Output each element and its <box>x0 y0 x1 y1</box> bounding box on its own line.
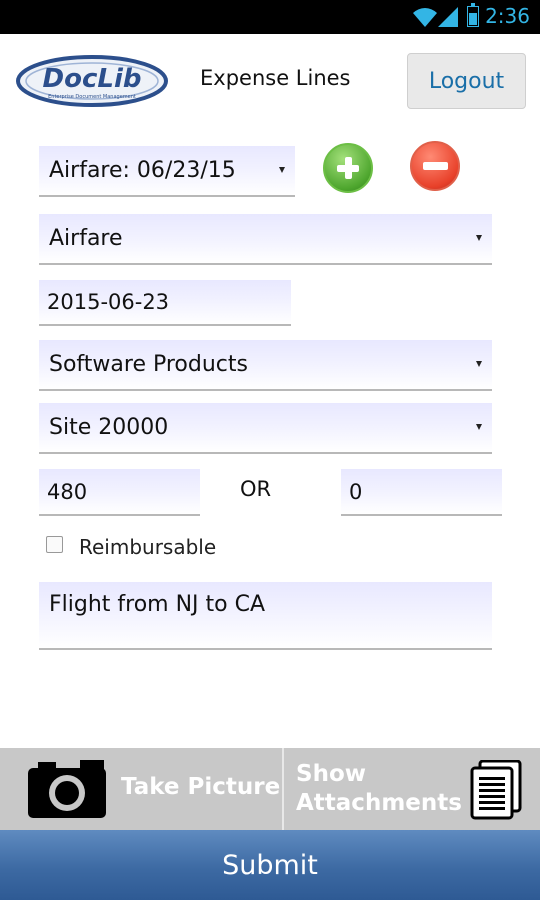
take-picture-label: Take Picture <box>121 774 281 800</box>
show-attachments-label: Show Attachments <box>296 760 462 818</box>
amount-input[interactable]: 480 <box>39 469 200 516</box>
doclib-logo: DocLib Enterprise Document Management <box>16 55 168 107</box>
logout-button[interactable]: Logout <box>407 53 526 109</box>
wifi-icon <box>413 8 437 27</box>
attachment-bar: Take Picture Show Attachments <box>0 748 540 830</box>
page-title: Expense Lines <box>200 66 351 90</box>
date-value: 2015-06-23 <box>47 290 170 314</box>
alt-amount-input[interactable]: 0 <box>341 469 502 516</box>
date-input[interactable]: 2015-06-23 <box>39 280 291 326</box>
expense-line-select[interactable]: Airfare: 06/23/15 <box>39 146 295 197</box>
or-label: OR <box>240 477 272 501</box>
dropdown-arrow-icon <box>279 166 285 173</box>
reimbursable-checkbox[interactable] <box>46 536 63 553</box>
site-select[interactable]: Site 20000 <box>39 403 492 454</box>
show-attachments-line1: Show <box>296 761 366 787</box>
battery-icon <box>467 3 479 27</box>
description-textarea[interactable]: Flight from NJ to CA <box>39 582 492 650</box>
dropdown-arrow-icon <box>476 360 482 367</box>
svg-text:DocLib: DocLib <box>43 64 142 94</box>
description-value: Flight from NJ to CA <box>49 592 266 617</box>
expense-line-select-value: Airfare: 06/23/15 <box>49 158 236 183</box>
take-picture-button[interactable]: Take Picture <box>0 748 282 830</box>
add-line-button[interactable] <box>323 143 373 193</box>
expense-type-select[interactable]: Airfare <box>39 214 492 265</box>
dropdown-arrow-icon <box>476 423 482 430</box>
show-attachments-line2: Attachments <box>296 790 462 816</box>
category-value: Software Products <box>49 352 248 377</box>
reimbursable-label: Reimbursable <box>79 535 217 559</box>
signal-icon <box>438 7 458 27</box>
category-select[interactable]: Software Products <box>39 340 492 391</box>
documents-icon <box>470 760 522 820</box>
status-bar: 2:36 <box>0 0 540 34</box>
status-time: 2:36 <box>485 4 530 28</box>
show-attachments-button[interactable]: Show Attachments <box>284 748 540 830</box>
camera-icon <box>28 760 106 818</box>
site-value: Site 20000 <box>49 415 169 440</box>
remove-line-button[interactable] <box>410 141 460 191</box>
dropdown-arrow-icon <box>476 234 482 241</box>
svg-text:Enterprise Document Management: Enterprise Document Management <box>48 94 136 100</box>
submit-button[interactable]: Submit <box>0 830 540 900</box>
alt-amount-value: 0 <box>349 479 363 504</box>
expense-type-value: Airfare <box>49 226 123 251</box>
amount-value: 480 <box>47 479 88 504</box>
